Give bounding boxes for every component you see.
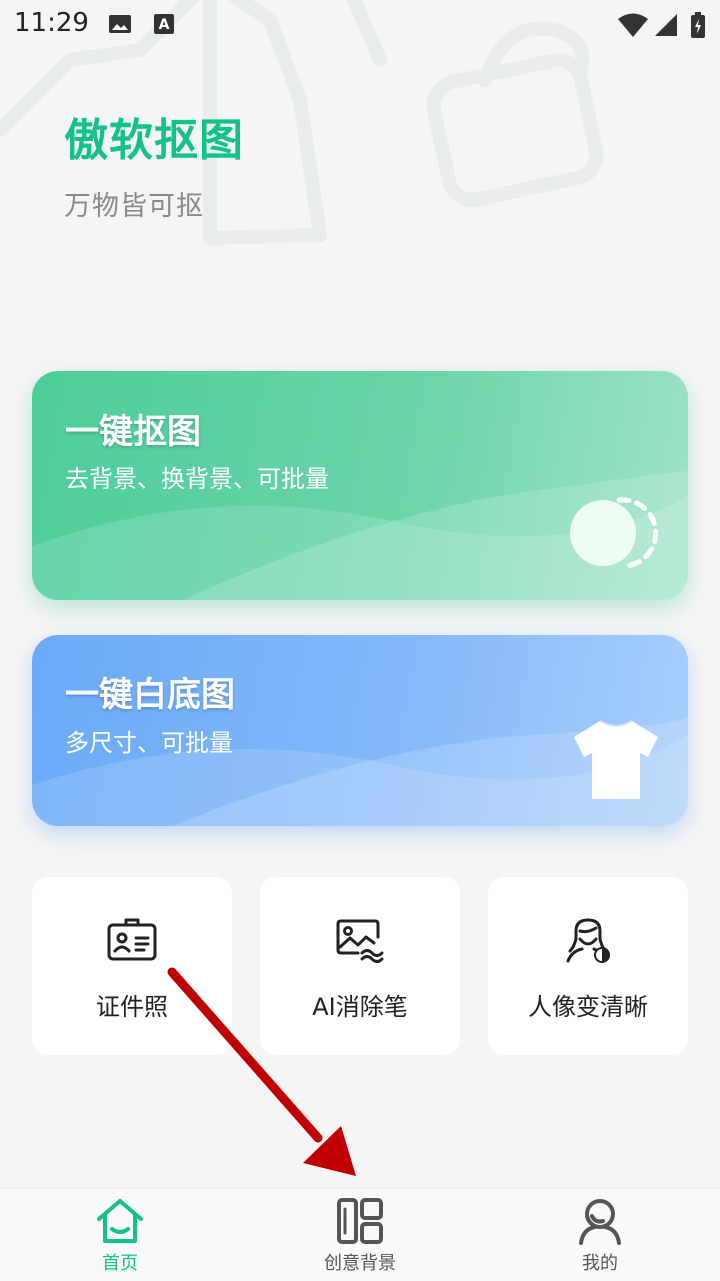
tab-creative-background-label: 创意背景 bbox=[324, 1253, 396, 1274]
user-icon bbox=[579, 1199, 621, 1245]
portrait-enhance-label: 人像变清晰 bbox=[528, 993, 648, 1021]
wifi-icon bbox=[618, 13, 648, 37]
cutout-card[interactable]: 一键抠图 去背景、换背景、可批量 bbox=[32, 371, 688, 600]
white-background-card[interactable]: 一键白底图 多尺寸、可批量 bbox=[32, 635, 688, 826]
white-background-card-subtitle: 多尺寸、可批量 bbox=[65, 729, 233, 757]
portrait-enhance-tool[interactable]: 人像变清晰 bbox=[488, 877, 688, 1055]
app-subtitle: 万物皆可抠 bbox=[64, 191, 204, 222]
tab-creative-background[interactable]: 创意背景 bbox=[240, 1189, 480, 1281]
image-eraser-icon bbox=[336, 919, 384, 963]
tshirt-icon bbox=[574, 720, 658, 799]
cutout-circle-icon bbox=[570, 497, 659, 569]
image-icon bbox=[109, 15, 131, 33]
svg-text:A: A bbox=[159, 17, 170, 33]
tab-home-label: 首页 bbox=[102, 1253, 138, 1274]
id-photo-label: 证件照 bbox=[96, 993, 168, 1021]
status-time: 11:29 bbox=[14, 8, 89, 38]
home-icon bbox=[97, 1199, 143, 1243]
battery-icon bbox=[691, 12, 705, 38]
white-background-card-title: 一键白底图 bbox=[65, 675, 235, 715]
a-letter-icon: A bbox=[154, 14, 174, 34]
ai-eraser-tool[interactable]: AI消除笔 bbox=[260, 877, 460, 1055]
ai-eraser-label: AI消除笔 bbox=[312, 993, 408, 1021]
tab-profile[interactable]: 我的 bbox=[480, 1189, 720, 1281]
status-bar: 11:29 A bbox=[0, 0, 720, 50]
id-photo-tool[interactable]: 证件照 bbox=[32, 877, 232, 1055]
cutout-card-title: 一键抠图 bbox=[65, 412, 201, 452]
cutout-card-subtitle: 去背景、换背景、可批量 bbox=[65, 465, 329, 493]
tab-profile-label: 我的 bbox=[582, 1253, 618, 1274]
portrait-enhance-icon bbox=[566, 918, 610, 963]
id-card-icon bbox=[107, 918, 157, 961]
bottom-tab-bar: 首页 创意背景 我的 bbox=[0, 1188, 720, 1281]
signal-icon bbox=[655, 14, 677, 36]
layout-icon bbox=[337, 1198, 383, 1244]
tab-home[interactable]: 首页 bbox=[0, 1189, 240, 1281]
app-title: 傲软抠图 bbox=[64, 115, 244, 166]
